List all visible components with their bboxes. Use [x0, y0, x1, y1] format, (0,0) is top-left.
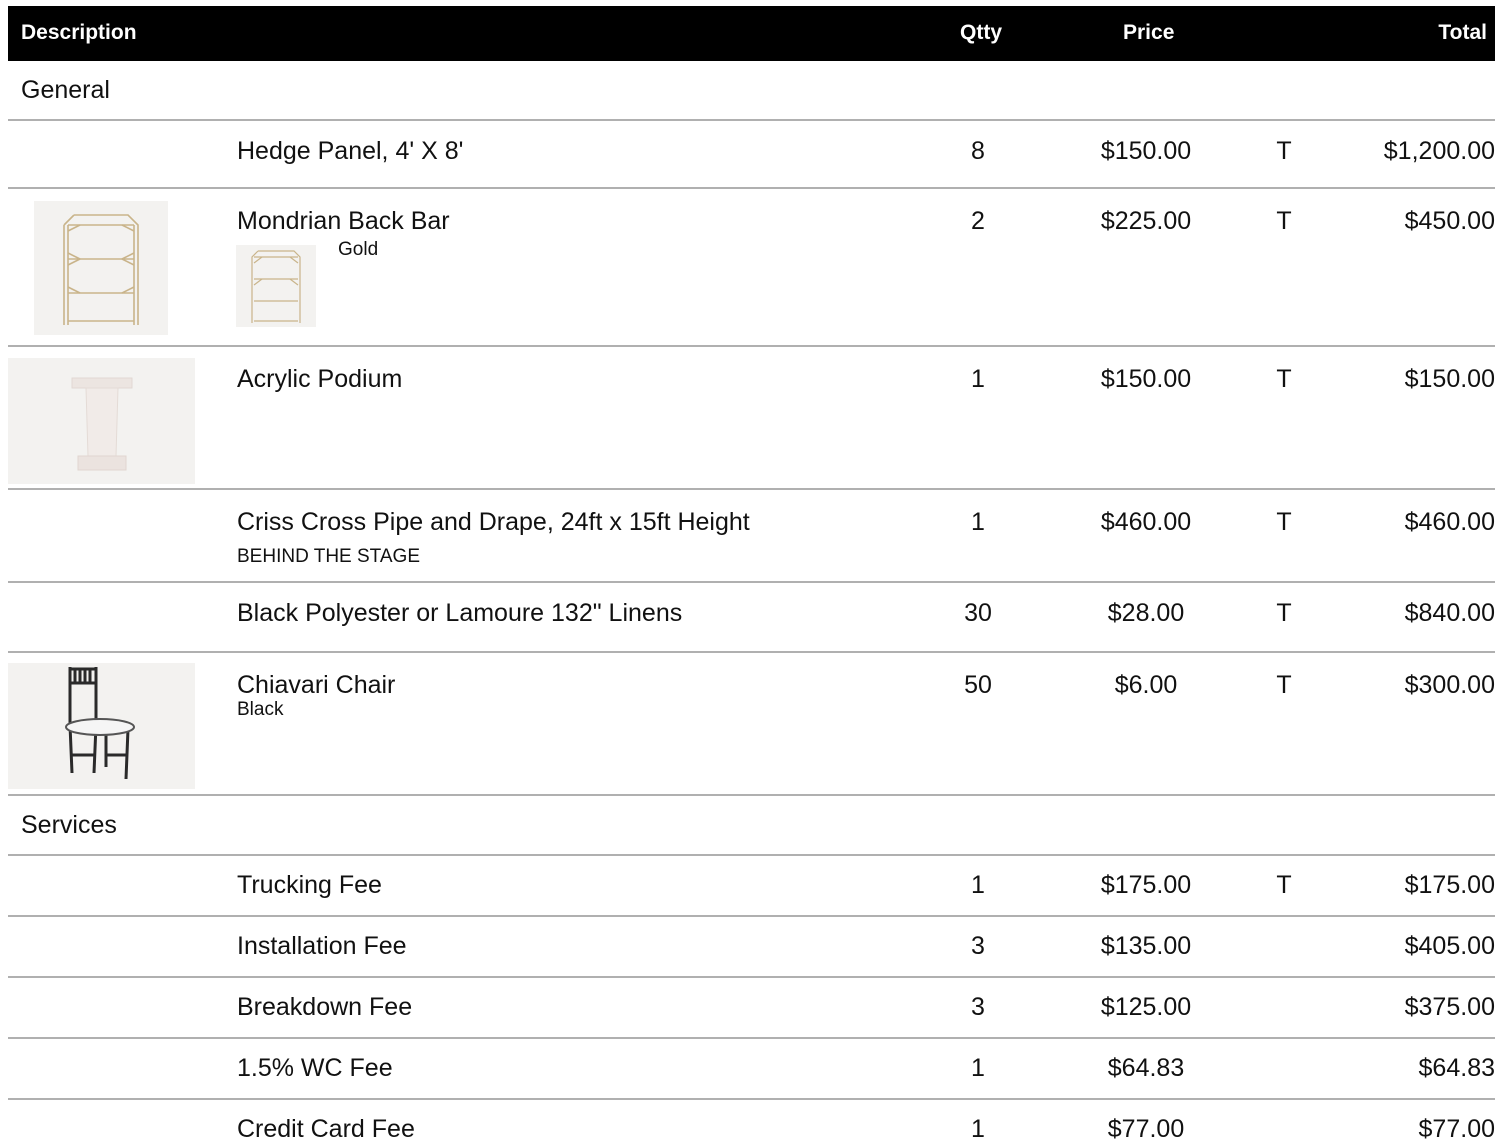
item-note: Black [237, 699, 284, 720]
item-price: $6.00 [1114, 671, 1178, 699]
table-row: Chiavari Chair Black 50 $6.00 T $300.00 [8, 653, 1495, 796]
table-row: Criss Cross Pipe and Drape, 24ft x 15ft … [8, 490, 1495, 583]
item-description: Mondrian Back Bar [237, 207, 450, 235]
item-tax-flag: T [1276, 671, 1292, 699]
table-row: Acrylic Podium 1 $150.00 T $150.00 [8, 347, 1495, 490]
item-description: Credit Card Fee [237, 1115, 415, 1143]
gold-variant-image [236, 245, 316, 327]
item-description: Hedge Panel, 4' X 8' [237, 137, 464, 165]
table-row: Hedge Panel, 4' X 8' 8 $150.00 T $1,200.… [8, 121, 1495, 189]
table-row: Mondrian Back Bar Gold 2 $225.00 T $450.… [8, 189, 1495, 347]
item-description: Criss Cross Pipe and Drape, 24ft x 15ft … [237, 508, 750, 536]
table-row: Black Polyester or Lamoure 132" Linens 3… [8, 583, 1495, 653]
item-price: $77.00 [1107, 1115, 1185, 1143]
item-total: $840.00 [1404, 599, 1495, 627]
table-row: Trucking Fee 1 $175.00 T $175.00 [8, 856, 1495, 917]
section-services: Services [8, 796, 1495, 856]
item-qty: 1 [971, 1115, 985, 1143]
podium-image [8, 358, 195, 484]
item-description: Acrylic Podium [237, 365, 403, 393]
item-qty: 8 [971, 137, 985, 165]
item-price: $28.00 [1107, 599, 1185, 627]
section-general: General [8, 61, 1495, 121]
item-price: $460.00 [1100, 508, 1192, 536]
table-row: Credit Card Fee 1 $77.00 $77.00 [8, 1100, 1495, 1144]
item-price: $150.00 [1100, 137, 1192, 165]
item-qty: 30 [964, 599, 992, 627]
item-description: Chiavari Chair [237, 671, 396, 699]
header-qty: Qtty [960, 21, 1002, 44]
item-description: Installation Fee [237, 932, 407, 960]
item-total: $150.00 [1404, 365, 1495, 393]
chair-image [8, 663, 195, 789]
header-total: Total [1438, 21, 1487, 44]
item-description: Black Polyester or Lamoure 132" Linens [237, 599, 683, 627]
item-total: $300.00 [1404, 671, 1495, 699]
item-price: $175.00 [1100, 871, 1192, 899]
table-row: Breakdown Fee 3 $125.00 $375.00 [8, 978, 1495, 1039]
section-label: Services [21, 811, 117, 839]
line-items-table: Description Qtty Price Total General Hed… [8, 6, 1495, 1144]
item-qty: 1 [971, 508, 985, 536]
variant-label: Gold [338, 239, 379, 260]
item-note: BEHIND THE STAGE [237, 546, 420, 567]
item-qty: 3 [971, 993, 985, 1021]
section-label: General [21, 76, 110, 104]
table-header: Description Qtty Price Total [8, 6, 1495, 61]
item-description: 1.5% WC Fee [237, 1054, 393, 1082]
item-tax-flag: T [1276, 207, 1292, 235]
item-description: Trucking Fee [237, 871, 382, 899]
item-tax-flag: T [1276, 365, 1292, 393]
back-bar-image [34, 201, 168, 335]
item-qty: 50 [964, 671, 992, 699]
item-price: $225.00 [1100, 207, 1192, 235]
item-qty: 1 [971, 1054, 985, 1082]
item-tax-flag: T [1276, 508, 1292, 536]
header-price: Price [1123, 21, 1175, 44]
item-total: $64.83 [1418, 1054, 1495, 1082]
item-qty: 3 [971, 932, 985, 960]
item-total: $77.00 [1418, 1115, 1495, 1143]
table-row: Installation Fee 3 $135.00 $405.00 [8, 917, 1495, 978]
item-price: $64.83 [1107, 1054, 1185, 1082]
item-price: $135.00 [1100, 932, 1192, 960]
item-tax-flag: T [1276, 871, 1292, 899]
table-row: 1.5% WC Fee 1 $64.83 $64.83 [8, 1039, 1495, 1100]
item-total: $175.00 [1404, 871, 1495, 899]
item-tax-flag: T [1276, 599, 1292, 627]
item-qty: 1 [971, 365, 985, 393]
header-description: Description [21, 21, 137, 44]
item-qty: 1 [971, 871, 985, 899]
item-total: $450.00 [1404, 207, 1495, 235]
item-description: Breakdown Fee [237, 993, 413, 1021]
item-price: $150.00 [1100, 365, 1192, 393]
item-total: $460.00 [1404, 508, 1495, 536]
item-total: $375.00 [1404, 993, 1495, 1021]
item-qty: 2 [971, 207, 985, 235]
item-tax-flag: T [1276, 137, 1292, 165]
item-total: $1,200.00 [1383, 137, 1495, 165]
item-total: $405.00 [1404, 932, 1495, 960]
item-price: $125.00 [1100, 993, 1192, 1021]
